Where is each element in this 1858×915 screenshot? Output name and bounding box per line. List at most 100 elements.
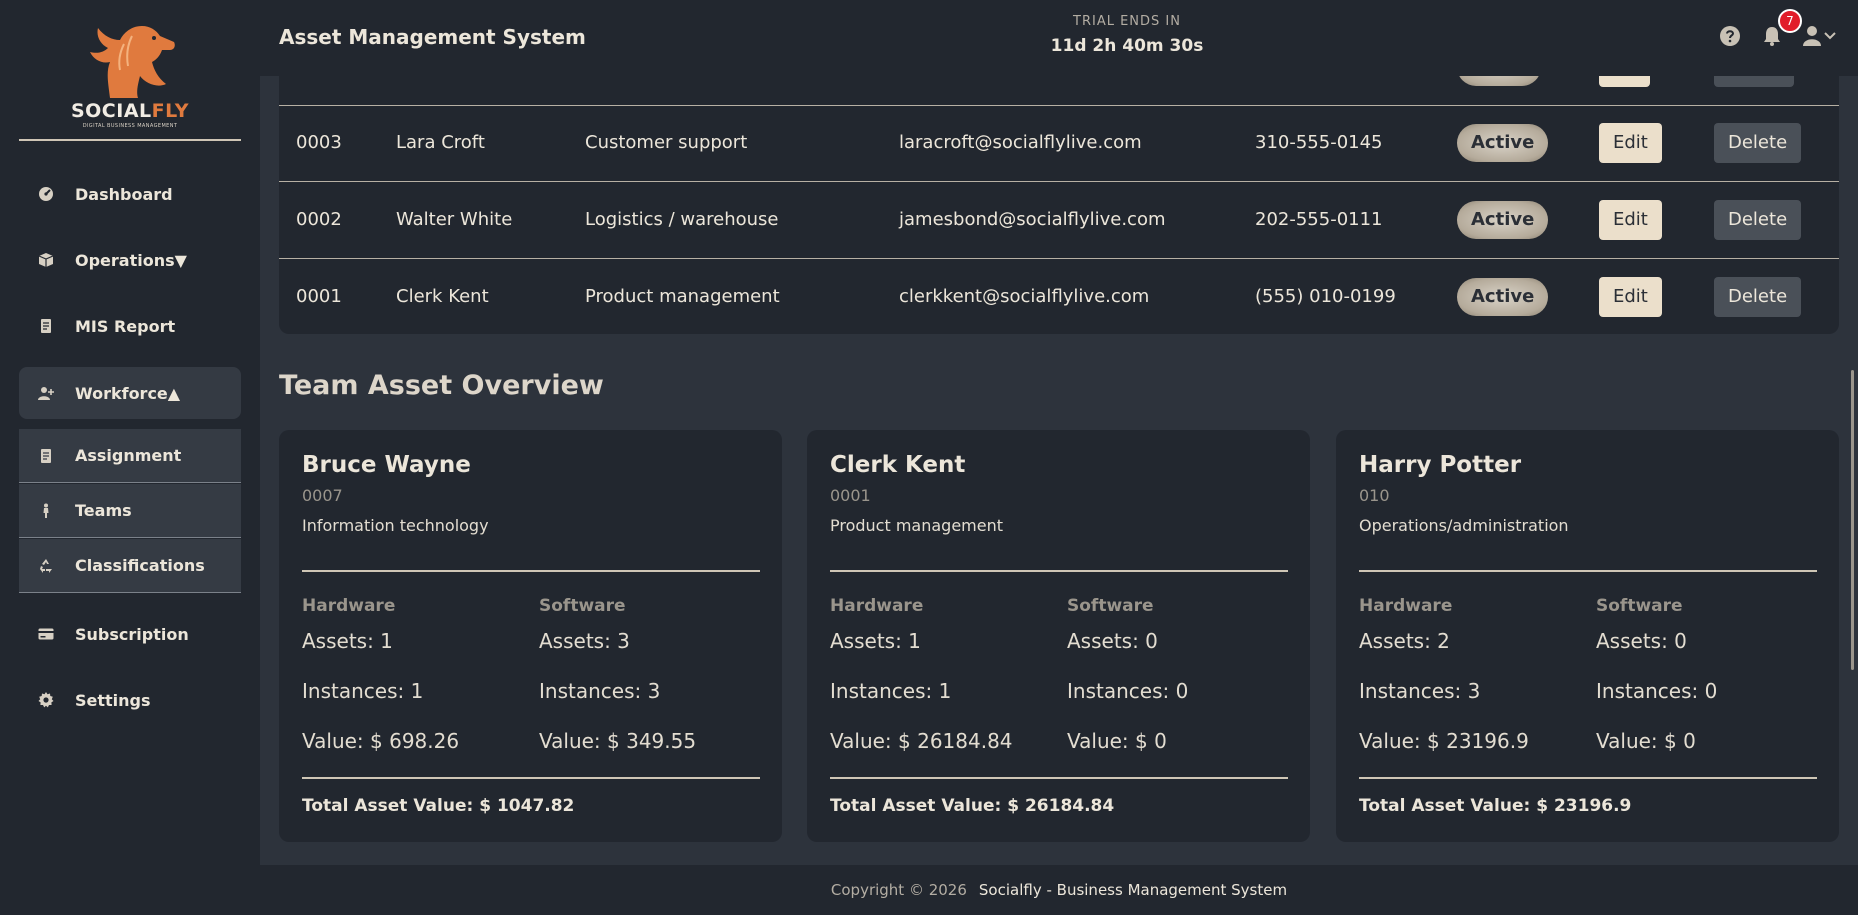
- sidebar-item-teams[interactable]: Teams: [19, 484, 241, 538]
- recycle-icon: [37, 557, 55, 575]
- sidebar-item-dashboard[interactable]: Dashboard: [19, 168, 241, 220]
- cell-id: 0003: [296, 132, 342, 153]
- card-name: Harry Potter: [1359, 452, 1522, 478]
- hw-instances: Instances: 1: [302, 679, 424, 703]
- box-open-icon: [37, 251, 55, 269]
- divider: [830, 777, 1288, 779]
- card-code: 0001: [830, 486, 871, 505]
- hardware-heading: Hardware: [1359, 596, 1453, 616]
- document-icon: [37, 317, 55, 335]
- sw-instances: Instances: 0: [1596, 679, 1718, 703]
- table-row: 0003 Lara Croft Customer support laracro…: [279, 104, 1839, 182]
- sidebar-item-assignment[interactable]: Assignment: [19, 429, 241, 483]
- hw-value: Value: $ 698.26: [302, 729, 460, 753]
- sidebar-item-label: Assignment: [75, 446, 182, 465]
- footer: Copyright © 2026 Socialfly - Business Ma…: [260, 865, 1858, 915]
- table-row: 0002 Walter White Logistics / warehouse …: [279, 181, 1839, 259]
- sidebar-item-label: Workforce▲: [75, 383, 181, 403]
- sw-assets: Assets: 0: [1596, 629, 1687, 653]
- logo-wordmark: SOCIALFLY: [70, 100, 190, 122]
- sidebar-item-operations[interactable]: Operations▼: [19, 234, 241, 286]
- trial-label: TRIAL ENDS IN: [1073, 14, 1181, 29]
- team-asset-card: Bruce Wayne 0007 Information technology …: [279, 430, 782, 842]
- card-name: Bruce Wayne: [302, 452, 471, 478]
- edit-button[interactable]: Edit: [1599, 276, 1662, 317]
- divider: [1359, 777, 1817, 779]
- cell-name: Walter White: [396, 209, 513, 230]
- delete-button[interactable]: [1714, 76, 1794, 87]
- software-heading: Software: [1067, 596, 1154, 616]
- logo[interactable]: SOCIALFLY DIGITAL BUSINESS MANAGEMENT: [19, 0, 241, 141]
- sidebar-item-label: MIS Report: [75, 316, 176, 336]
- app-title: Asset Management System: [279, 25, 586, 49]
- gauge-icon: [37, 185, 55, 203]
- sidebar-item-mis-report[interactable]: MIS Report: [19, 300, 241, 352]
- sidebar-item-subscription[interactable]: Subscription: [19, 608, 241, 660]
- gear-icon: [37, 691, 55, 709]
- cell-email: clerkkent@socialflylive.com: [899, 286, 1150, 307]
- employee-table: 0003 Lara Croft Customer support laracro…: [279, 76, 1839, 334]
- total-asset-value: Total Asset Value: $ 23196.9: [1359, 796, 1632, 816]
- sw-instances: Instances: 3: [539, 679, 661, 703]
- hw-instances: Instances: 1: [830, 679, 952, 703]
- sidebar-item-workforce[interactable]: Workforce▲: [19, 367, 241, 419]
- table-row: 0001 Clerk Kent Product management clerk…: [279, 258, 1839, 334]
- card-code: 010: [1359, 486, 1390, 505]
- cell-id: 0001: [296, 286, 342, 307]
- delete-button[interactable]: Delete: [1714, 276, 1802, 317]
- status-badge: [1457, 76, 1542, 86]
- hardware-heading: Hardware: [830, 596, 924, 616]
- sw-value: Value: $ 349.55: [539, 729, 697, 753]
- cell-phone: (555) 010-0199: [1255, 286, 1396, 307]
- sidebar-item-classifications[interactable]: Classifications: [19, 539, 241, 593]
- cell-name: Lara Croft: [396, 132, 485, 153]
- sidebar-item-label: Teams: [75, 501, 132, 520]
- team-asset-card: Harry Potter 010 Operations/administrati…: [1336, 430, 1839, 842]
- trial-time: 11d 2h 40m 30s: [1050, 36, 1204, 56]
- software-heading: Software: [1596, 596, 1683, 616]
- cell-email: jamesbond@socialflylive.com: [899, 209, 1166, 230]
- delete-button[interactable]: Delete: [1714, 199, 1802, 240]
- user-plus-icon: [37, 384, 55, 402]
- team-asset-card: Clerk Kent 0001 Product management Hardw…: [807, 430, 1310, 842]
- sw-value: Value: $ 0: [1596, 729, 1696, 753]
- cell-dept: Product management: [585, 286, 780, 307]
- hw-value: Value: $ 23196.9: [1359, 729, 1529, 753]
- sw-instances: Instances: 0: [1067, 679, 1189, 703]
- hw-assets: Assets: 2: [1359, 629, 1450, 653]
- total-asset-value: Total Asset Value: $ 26184.84: [830, 796, 1115, 816]
- edit-button[interactable]: Edit: [1599, 199, 1662, 240]
- trial-countdown: TRIAL ENDS IN 11d 2h 40m 30s: [1032, 14, 1222, 56]
- hw-assets: Assets: 1: [830, 629, 921, 653]
- divider: [302, 777, 760, 779]
- footer-brand: Socialfly - Business Management System: [978, 881, 1288, 899]
- copyright-text: Copyright © 2026: [830, 881, 967, 899]
- total-asset-value: Total Asset Value: $ 1047.82: [302, 796, 575, 816]
- card-dept: Operations/administration: [1359, 516, 1569, 535]
- person-icon: [37, 502, 55, 520]
- sidebar-item-settings[interactable]: Settings: [19, 674, 241, 726]
- hw-value: Value: $ 26184.84: [830, 729, 1013, 753]
- software-heading: Software: [539, 596, 626, 616]
- sidebar: SOCIALFLY DIGITAL BUSINESS MANAGEMENT Da…: [0, 0, 260, 915]
- sw-assets: Assets: 0: [1067, 629, 1158, 653]
- edit-button[interactable]: [1599, 76, 1650, 87]
- delete-button[interactable]: Delete: [1714, 122, 1802, 163]
- sw-value: Value: $ 0: [1067, 729, 1167, 753]
- logo-tagline: DIGITAL BUSINESS MANAGEMENT: [82, 123, 178, 129]
- status-badge: Active: [1457, 200, 1549, 239]
- card-dept: Information technology: [302, 516, 489, 535]
- document-icon: [37, 447, 55, 465]
- help-icon[interactable]: [1718, 24, 1742, 48]
- cell-id: 0002: [296, 209, 342, 230]
- cell-name: Clerk Kent: [396, 286, 489, 307]
- notification-badge: 7: [1778, 9, 1802, 33]
- hw-assets: Assets: 1: [302, 629, 393, 653]
- status-badge: Active: [1457, 123, 1549, 162]
- horse-logo-icon: [90, 26, 175, 98]
- cell-dept: Logistics / warehouse: [585, 209, 779, 230]
- user-menu-icon[interactable]: [1803, 24, 1839, 48]
- sw-assets: Assets: 3: [539, 629, 630, 653]
- page-scrollbar[interactable]: [1851, 370, 1854, 670]
- edit-button[interactable]: Edit: [1599, 122, 1662, 163]
